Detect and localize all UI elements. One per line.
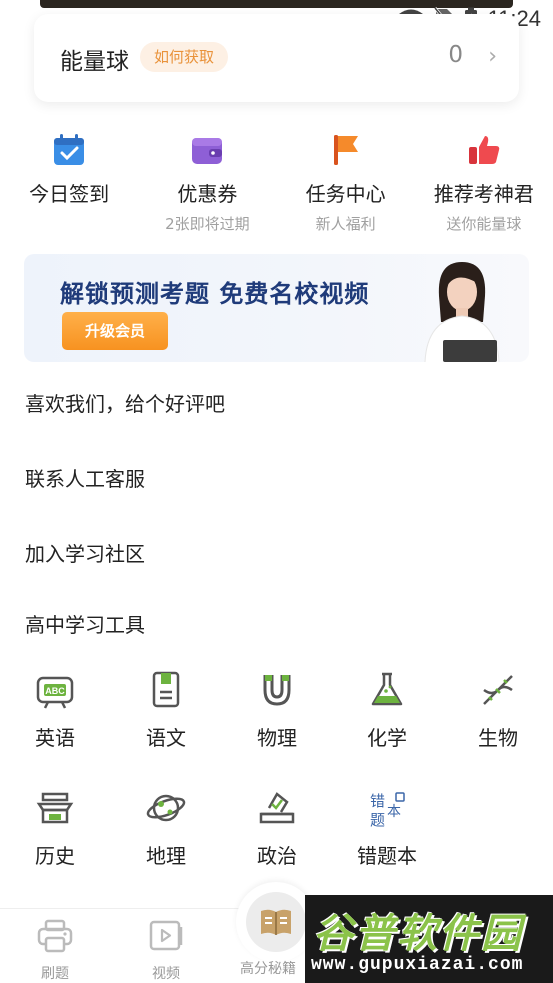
nav-practice[interactable]: 刷题 (15, 919, 95, 983)
subject-geography[interactable]: 地理 (126, 788, 206, 869)
nav-tips[interactable] (236, 882, 316, 962)
subject-label: 生物 (478, 726, 518, 750)
wallet-icon (192, 138, 223, 164)
subject-label: 政治 (257, 844, 297, 868)
dna-icon (483, 675, 513, 705)
subject-label: 历史 (35, 844, 75, 868)
printer-icon (37, 919, 73, 953)
site-watermark: 谷普软件园 www.gupuxiazai.com (305, 895, 553, 983)
flag-icon (333, 135, 358, 165)
svg-text:本: 本 (387, 804, 401, 820)
energy-title: 能量球 (60, 49, 129, 75)
video-icon (149, 920, 183, 951)
tools-section-title: 高中学习工具 (25, 613, 145, 637)
quick-item-sub: 新人福利 (315, 215, 376, 233)
subject-chemistry[interactable]: 化学 (347, 670, 427, 751)
watermark-url: www.gupuxiazai.com (311, 955, 524, 975)
energy-card[interactable]: 能量球 如何获取 0 › (34, 14, 519, 102)
open-book-icon-wrap (246, 892, 306, 952)
thumbs-up-icon (468, 136, 500, 164)
svg-text:题: 题 (370, 811, 385, 828)
svg-text:ABC: ABC (45, 686, 65, 696)
temple-icon (36, 792, 74, 824)
open-book-icon (261, 909, 291, 935)
how-to-get-badge[interactable]: 如何获取 (140, 42, 229, 72)
contact-service-item[interactable]: 联系人工客服 (25, 463, 145, 492)
abc-board-icon: ABC (36, 676, 74, 709)
calendar-check-icon (54, 134, 85, 165)
quick-item-label: 优惠券 (177, 182, 238, 206)
subject-label: 错题本 (357, 844, 417, 868)
chevron-right-icon: › (488, 44, 497, 69)
subject-biology[interactable]: 生物 (458, 670, 538, 751)
subject-chinese[interactable]: 语文 (126, 670, 206, 751)
subject-history[interactable]: 历史 (15, 788, 95, 869)
teacher-illustration (424, 262, 500, 362)
vip-banner[interactable]: 解锁预测考题 免费名校视频 升级会员 (24, 254, 529, 362)
quick-item-recommend[interactable]: 推荐考神君 送你能量球 (415, 132, 553, 242)
watermark-title: 谷普软件园 (313, 911, 523, 957)
nav-label: 刷题 (41, 966, 69, 982)
rate-us-item[interactable]: 喜欢我们，给个好评吧 (25, 388, 225, 417)
subject-label: 英语 (35, 726, 75, 750)
upgrade-vip-button[interactable]: 升级会员 (62, 312, 168, 350)
quick-item-coupon[interactable]: 优惠券 2张即将过期 (138, 132, 276, 242)
subject-politics[interactable]: 政治 (237, 788, 317, 869)
quick-item-tasks[interactable]: 任务中心 新人福利 (277, 132, 415, 242)
planet-icon (146, 794, 186, 822)
quick-item-label: 推荐考神君 (433, 182, 534, 206)
book-icon (152, 671, 180, 708)
join-community-item[interactable]: 加入学习社区 (25, 538, 145, 567)
wrong-notebook-icon: 错 题 本 (370, 792, 405, 828)
subject-physics[interactable]: 物理 (237, 670, 317, 751)
energy-count: 0 (448, 42, 463, 68)
subject-label: 物理 (257, 726, 297, 750)
quick-actions: 今日签到 优惠券 2张即将过期 任务中心 新人福利 推荐考神君 送你能量球 (0, 132, 553, 242)
ballot-icon (259, 792, 295, 824)
magnet-icon (263, 675, 291, 706)
quick-item-label: 今日签到 (29, 182, 110, 206)
quick-item-checkin[interactable]: 今日签到 (0, 132, 138, 242)
banner-headline: 解锁预测考题 免费名校视频 (60, 280, 370, 308)
quick-item-sub: 2张即将过期 (165, 215, 250, 233)
quick-item-sub: 送你能量球 (446, 215, 522, 233)
subject-label: 化学 (367, 726, 407, 750)
nav-video[interactable]: 视频 (126, 919, 206, 983)
flask-icon (371, 672, 403, 706)
subject-wrong-notebook[interactable]: 错 题 本 错题本 (347, 788, 427, 869)
subject-label: 地理 (146, 844, 186, 868)
quick-item-label: 任务中心 (305, 182, 386, 206)
subject-english[interactable]: ABC 英语 (15, 670, 95, 751)
svg-text:错: 错 (370, 792, 385, 810)
nav-label: 视频 (152, 966, 180, 982)
subject-label: 语文 (146, 726, 186, 750)
